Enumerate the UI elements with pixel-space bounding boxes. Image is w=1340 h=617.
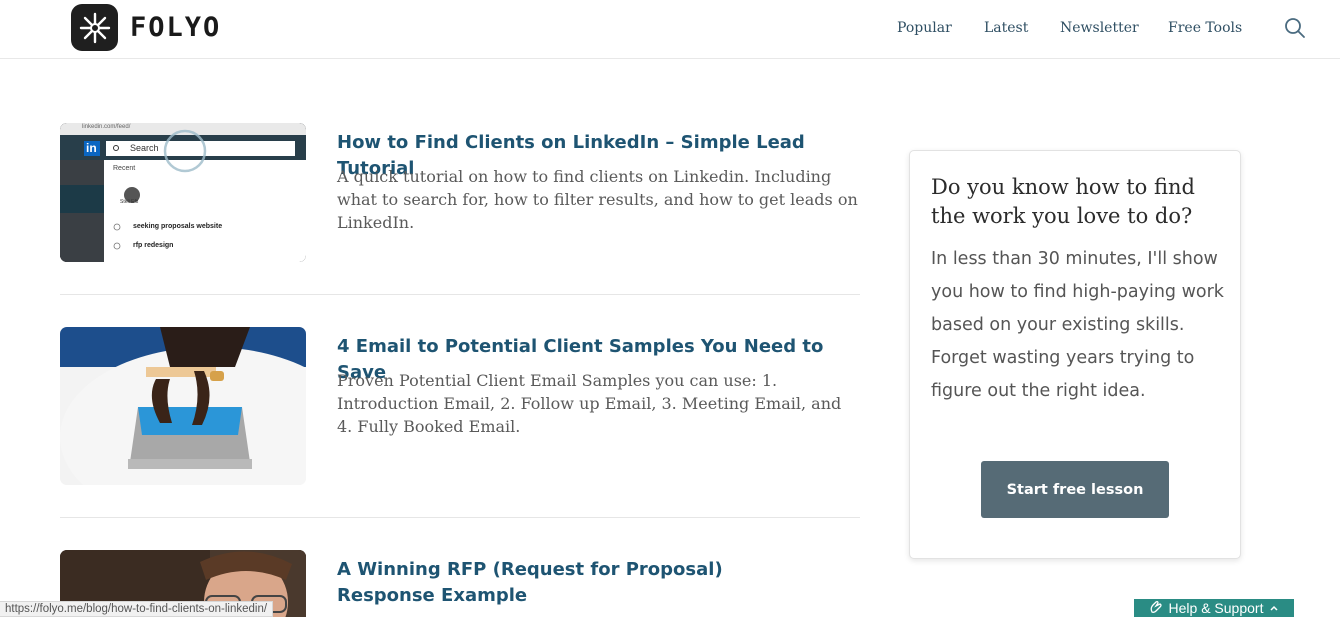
lesson-signup-card: Do you know how to find the work you lov… [909, 150, 1241, 559]
nav-popular[interactable]: Popular [897, 20, 952, 36]
help-hand-icon [1149, 600, 1163, 617]
site-header: FOLYO Popular Latest Newsletter Free Too… [0, 0, 1340, 59]
status-bar-url: https://folyo.me/blog/how-to-find-client… [0, 601, 274, 617]
help-support-button[interactable]: Help & Support [1134, 599, 1294, 617]
brand-name: FOLYO [130, 12, 222, 43]
article-thumbnail-laptop[interactable] [60, 327, 306, 485]
card-body: In less than 30 minutes, I'll show you h… [931, 249, 1224, 401]
chevron-up-icon [1269, 600, 1279, 616]
article-thumbnail-linkedin[interactable]: linkedin.com/feed/ in Search Recent Stel… [60, 123, 306, 262]
thumb-search-text: Search [130, 143, 159, 153]
linkedin-logo-text: in [86, 141, 97, 155]
nav-free-tools[interactable]: Free Tools [1168, 20, 1242, 36]
article-divider [60, 294, 860, 295]
article-title[interactable]: A Winning RFP (Request for Proposal) Res… [337, 557, 817, 609]
card-title: Do you know how to find the work you lov… [931, 175, 1195, 228]
thumb-recent-search-2: rfp redesign [133, 242, 174, 249]
article-excerpt: A quick tutorial on how to find clients … [337, 167, 858, 232]
help-support-label: Help & Support [1168, 600, 1264, 616]
nav-latest[interactable]: Latest [984, 20, 1028, 36]
thumb-recent-search-1: seeking proposals website [133, 223, 223, 230]
nav-newsletter[interactable]: Newsletter [1060, 20, 1139, 36]
thumb-recent-label: Recent [113, 165, 136, 172]
search-icon[interactable] [1284, 17, 1306, 39]
folyo-logo[interactable]: FOLYO [71, 4, 221, 51]
start-free-lesson-button[interactable]: Start free lesson [981, 461, 1169, 518]
article-divider [60, 517, 860, 518]
thumb-profile-name: Steli Efti [120, 199, 139, 205]
article-excerpt: Proven Potential Client Email Samples yo… [337, 371, 842, 436]
thumb-url-text: linkedin.com/feed/ [82, 124, 131, 130]
folyo-logo-mark-icon [71, 4, 118, 51]
